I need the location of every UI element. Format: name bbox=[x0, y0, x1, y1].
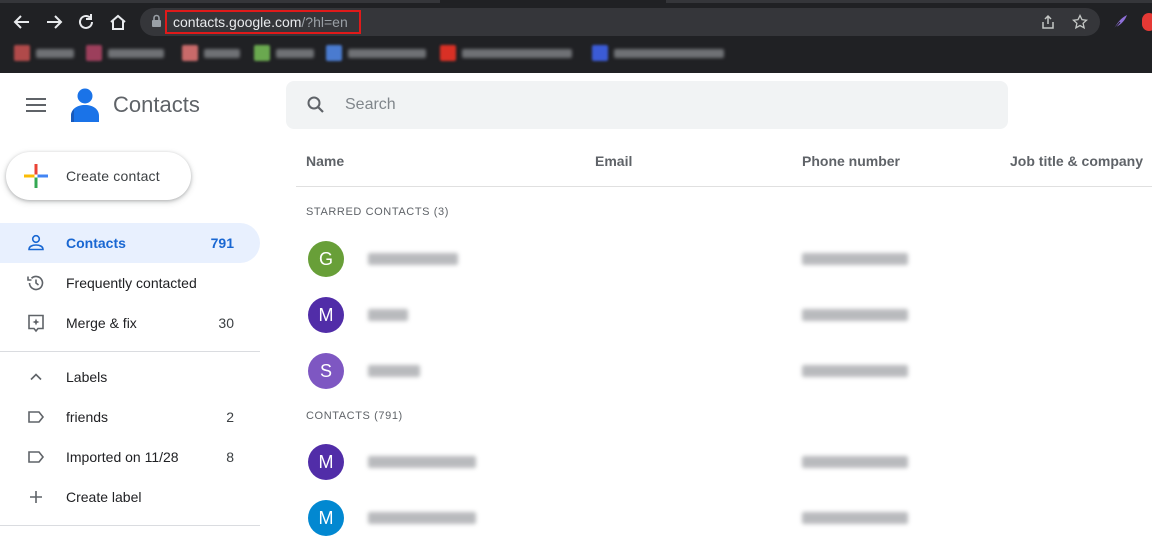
bookmark-label bbox=[462, 48, 572, 58]
labels-header-text: Labels bbox=[66, 369, 108, 385]
contact-row[interactable]: M bbox=[296, 490, 1152, 546]
avatar: M bbox=[308, 444, 344, 480]
sidebar-item-label: Contacts bbox=[66, 235, 126, 251]
person-icon bbox=[28, 234, 44, 251]
share-icon[interactable] bbox=[1038, 12, 1058, 32]
bookmark-favicon-icon bbox=[182, 45, 198, 61]
colorful-plus-icon bbox=[24, 164, 48, 188]
bookmark-favicon-icon bbox=[592, 45, 608, 61]
sidebar-item-label: friends bbox=[66, 409, 109, 425]
sidebar-item-label: Imported on 11/28 bbox=[66, 449, 179, 465]
sidebar-item-contacts[interactable]: Contacts 791 bbox=[0, 223, 260, 263]
bookmark-favicon-icon bbox=[440, 45, 456, 61]
history-icon bbox=[27, 275, 44, 291]
contact-name-redacted bbox=[368, 309, 408, 321]
sidebar-item-label-friends[interactable]: friends 2 bbox=[0, 397, 260, 437]
avatar: S bbox=[308, 353, 344, 389]
search-icon[interactable] bbox=[306, 95, 326, 115]
create-label-text: Create label bbox=[66, 489, 142, 505]
bookmark-item[interactable] bbox=[592, 45, 724, 61]
sidebar-item-count: 791 bbox=[210, 235, 234, 251]
bookmark-star-icon[interactable] bbox=[1070, 12, 1090, 32]
bookmark-favicon-icon bbox=[254, 45, 270, 61]
create-label-button[interactable]: Create label bbox=[0, 477, 260, 517]
contact-row[interactable]: S bbox=[296, 343, 1152, 399]
contact-row[interactable]: M bbox=[296, 287, 1152, 343]
header-divider bbox=[296, 186, 1152, 187]
contact-phone-redacted bbox=[802, 512, 908, 524]
label-icon bbox=[28, 451, 45, 463]
bookmark-favicon-icon bbox=[326, 45, 342, 61]
main-menu-icon[interactable] bbox=[26, 98, 46, 114]
sidebar-divider bbox=[0, 351, 260, 352]
bookmark-label bbox=[36, 48, 74, 58]
avatar: G bbox=[308, 241, 344, 277]
column-header-job[interactable]: Job title & company bbox=[1010, 153, 1143, 169]
contact-row[interactable]: M bbox=[296, 434, 1152, 490]
contact-phone-redacted bbox=[802, 253, 908, 265]
column-header-name[interactable]: Name bbox=[306, 153, 344, 169]
merge-fix-icon bbox=[28, 314, 44, 333]
column-header-email[interactable]: Email bbox=[595, 153, 632, 169]
bookmark-item[interactable] bbox=[326, 45, 426, 61]
bookmark-favicon-icon bbox=[14, 45, 30, 61]
sidebar-item-count: 30 bbox=[218, 315, 234, 331]
sidebar-item-label: Frequently contacted bbox=[66, 275, 197, 291]
extension-feather-icon[interactable] bbox=[1110, 12, 1130, 32]
contact-name-redacted bbox=[368, 253, 458, 265]
url-path: /?hl=en bbox=[301, 14, 348, 30]
labels-header[interactable]: Labels bbox=[0, 357, 260, 397]
chevron-up-icon bbox=[30, 373, 42, 381]
bookmark-favicon-icon bbox=[86, 45, 102, 61]
home-icon[interactable] bbox=[106, 10, 130, 34]
reload-icon[interactable] bbox=[74, 10, 98, 34]
create-contact-label[interactable]: Create contact bbox=[66, 168, 160, 184]
contacts-logo-icon[interactable] bbox=[68, 86, 102, 124]
avatar: M bbox=[308, 297, 344, 333]
sidebar-item-frequently-contacted[interactable]: Frequently contacted bbox=[0, 263, 260, 303]
starred-section-title: STARRED CONTACTS (3) bbox=[306, 206, 449, 218]
contact-name-redacted bbox=[368, 512, 476, 524]
bookmark-item[interactable] bbox=[86, 45, 164, 61]
contact-phone-redacted bbox=[802, 365, 908, 377]
url-text[interactable]: contacts.google.com/?hl=en bbox=[173, 14, 348, 30]
sidebar-item-count: 2 bbox=[226, 409, 234, 425]
sidebar-item-label-imported[interactable]: Imported on 11/28 8 bbox=[0, 437, 260, 477]
sidebar-item-label: Merge & fix bbox=[66, 315, 137, 331]
sidebar-divider bbox=[0, 525, 260, 526]
browser-chrome: contacts.google.com/?hl=en bbox=[0, 0, 1152, 73]
sidebar-item-merge-fix[interactable]: Merge & fix 30 bbox=[0, 303, 260, 343]
plus-icon bbox=[30, 491, 42, 503]
bookmark-label bbox=[108, 48, 164, 58]
app-title[interactable]: Contacts bbox=[113, 92, 200, 118]
contact-phone-redacted bbox=[802, 309, 908, 321]
bookmark-label bbox=[614, 48, 724, 58]
bookmark-label bbox=[276, 48, 314, 58]
label-icon bbox=[28, 411, 45, 423]
bookmark-label bbox=[348, 48, 426, 58]
column-header-phone[interactable]: Phone number bbox=[802, 153, 900, 169]
bookmark-item[interactable] bbox=[254, 45, 314, 61]
bookmark-item[interactable] bbox=[182, 45, 240, 61]
back-icon[interactable] bbox=[10, 10, 34, 34]
extension-red-icon[interactable] bbox=[1142, 13, 1152, 31]
contacts-section-title: CONTACTS (791) bbox=[306, 410, 403, 422]
forward-icon[interactable] bbox=[42, 10, 66, 34]
bookmark-label bbox=[204, 48, 240, 58]
tab-strip bbox=[0, 0, 1152, 3]
contact-row[interactable]: G bbox=[296, 231, 1152, 287]
bookmark-item[interactable] bbox=[440, 45, 572, 61]
bookmark-item[interactable] bbox=[14, 45, 74, 61]
contact-name-redacted bbox=[368, 365, 420, 377]
lock-icon[interactable] bbox=[151, 14, 162, 28]
contact-phone-redacted bbox=[802, 456, 908, 468]
contact-name-redacted bbox=[368, 456, 476, 468]
sidebar-item-count: 8 bbox=[226, 449, 234, 465]
search-input[interactable] bbox=[345, 93, 985, 117]
active-tab-edge[interactable] bbox=[440, 0, 666, 3]
url-domain: contacts.google.com bbox=[173, 14, 302, 30]
